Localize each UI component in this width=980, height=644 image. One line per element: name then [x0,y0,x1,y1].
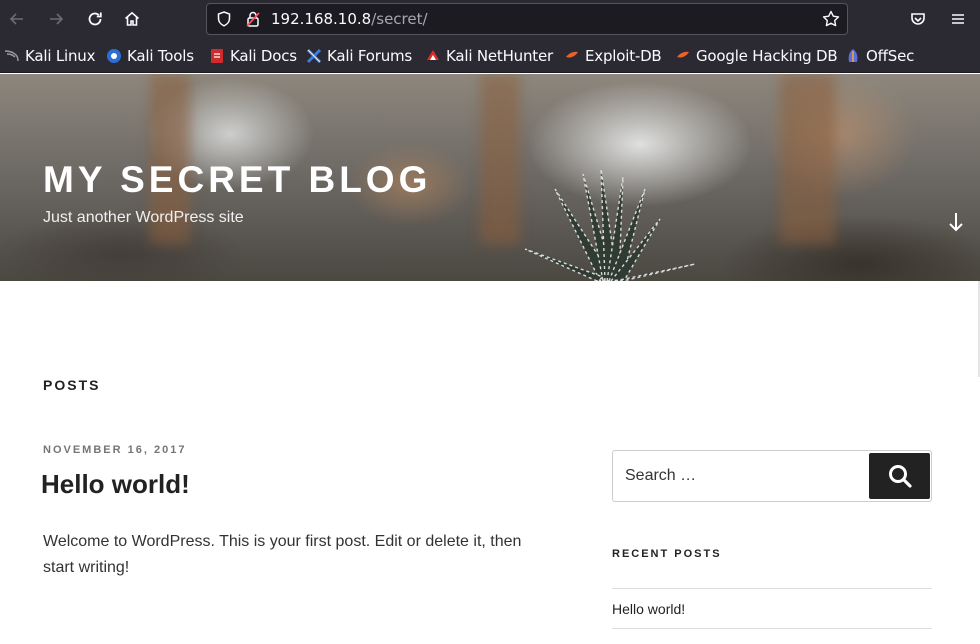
offsec-icon [845,48,861,64]
exploit-db-icon [564,48,580,64]
search-button[interactable] [869,453,930,499]
browser-toolbar: 192.168.10.8/secret/ [0,0,980,38]
home-icon [124,11,140,26]
site-header-image: MY SECRET BLOG Just another WordPress si… [0,74,980,281]
bookmarks-toolbar: Kali Linux Kali Tools Kali Docs Kali For… [0,38,980,73]
bookmark-google-hacking-db[interactable]: Google Hacking DB [675,47,838,65]
address-bar[interactable]: 192.168.10.8/secret/ [206,3,848,35]
bookmark-offsec[interactable]: OffSec [845,47,914,65]
reload-button[interactable] [81,5,109,33]
pocket-button[interactable] [904,5,932,33]
recent-post-link[interactable]: Hello world! [612,589,932,629]
kali-dragon-icon [4,48,20,64]
posts-section-heading: POSTS [43,377,101,393]
search-form [612,450,932,502]
bookmark-star-icon[interactable] [821,9,841,34]
ghdb-icon [675,48,691,64]
hamburger-menu-icon [952,14,964,24]
forward-button[interactable] [42,5,70,33]
url-text[interactable]: 192.168.10.8/secret/ [271,10,428,28]
kali-tools-icon [106,48,122,64]
post-excerpt: Welcome to WordPress. This is your first… [43,533,522,576]
bookmark-kali-linux[interactable]: Kali Linux [4,47,95,65]
insecure-lock-icon[interactable] [244,10,262,33]
kali-nethunter-icon [425,48,441,64]
arrow-down-icon [949,213,963,232]
kali-docs-icon [209,48,225,64]
post-title[interactable]: Hello world! [41,468,190,500]
reload-icon [88,12,102,26]
pocket-icon [911,13,925,25]
menu-button[interactable] [944,5,972,33]
recent-posts-heading: RECENT POSTS [612,548,722,560]
post-date[interactable]: NOVEMBER 16, 2017 [43,444,186,456]
plant-decoration [524,169,696,281]
bookmark-kali-nethunter[interactable]: Kali NetHunter [425,47,553,65]
search-icon [888,465,912,488]
background-beam [780,74,835,244]
tracking-shield-icon[interactable] [215,10,233,33]
scroll-down-button[interactable] [943,209,969,235]
kali-forums-icon [306,48,322,64]
home-button[interactable] [118,5,146,33]
forward-arrow-icon [50,13,64,25]
bookmark-exploit-db[interactable]: Exploit-DB [564,47,662,65]
bookmark-kali-tools[interactable]: Kali Tools [106,47,194,65]
back-arrow-icon [9,13,23,25]
site-description: Just another WordPress site [43,209,244,226]
recent-posts-list: Hello world! [612,588,932,629]
search-input[interactable] [613,451,868,501]
bookmark-kali-docs[interactable]: Kali Docs [209,47,297,65]
bookmark-kali-forums[interactable]: Kali Forums [306,47,412,65]
site-title[interactable]: MY SECRET BLOG [43,158,431,202]
back-button[interactable] [3,5,31,33]
